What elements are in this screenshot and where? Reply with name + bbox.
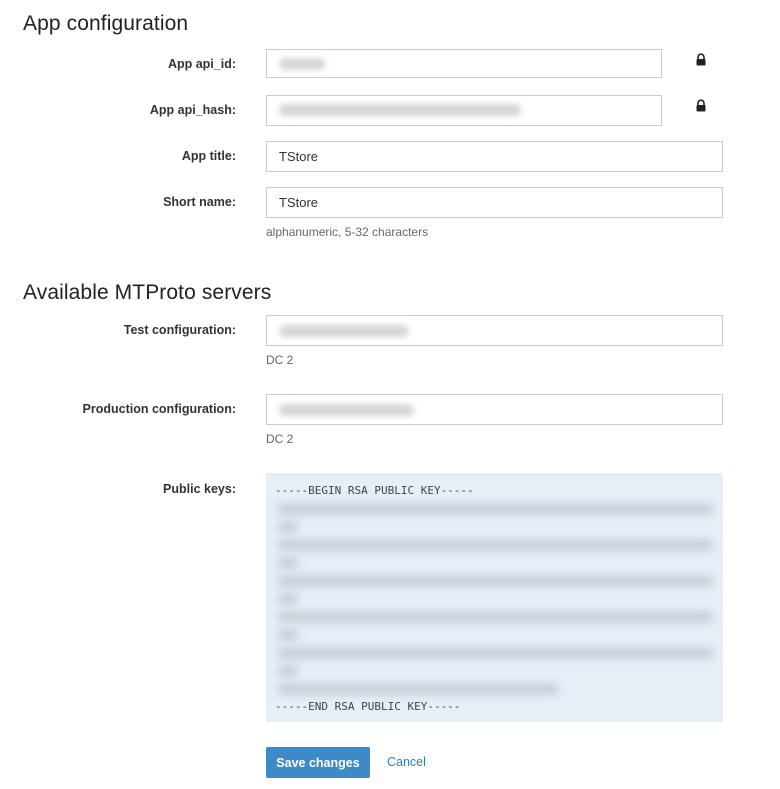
rsa-end-marker: -----END RSA PUBLIC KEY-----	[275, 700, 461, 713]
test-configuration-redacted	[279, 325, 409, 337]
section-title-mtproto-servers: Available MTProto servers	[23, 281, 272, 304]
short-name-label: Short name:	[163, 195, 236, 209]
api-hash-redacted	[279, 104, 521, 116]
test-configuration-label: Test configuration:	[123, 323, 236, 337]
app-title-label: App title:	[181, 149, 236, 163]
test-configuration-field[interactable]	[266, 315, 723, 346]
api-hash-label: App api_hash:	[149, 103, 236, 117]
key-line-redacted	[278, 575, 713, 587]
key-line-redacted	[278, 665, 298, 677]
key-line-redacted	[278, 647, 713, 659]
api-id-redacted	[279, 58, 325, 70]
lock-icon	[696, 53, 706, 66]
production-configuration-label: Production configuration:	[82, 402, 236, 416]
key-line-redacted	[278, 521, 298, 533]
api-id-label: App api_id:	[167, 57, 236, 71]
section-title-app-configuration: App configuration	[23, 12, 189, 35]
short-name-hint: alphanumeric, 5-32 characters	[266, 225, 429, 239]
key-line-redacted	[278, 611, 713, 623]
key-line-redacted	[278, 557, 298, 569]
test-dc-label: DC 2	[266, 353, 294, 367]
key-line-redacted	[278, 593, 298, 605]
api-hash-field[interactable]	[266, 95, 662, 126]
production-dc-label: DC 2	[266, 432, 294, 446]
rsa-begin-marker: -----BEGIN RSA PUBLIC KEY-----	[275, 484, 474, 497]
key-line-redacted	[278, 629, 298, 641]
key-line-redacted	[278, 503, 713, 515]
public-keys-label: Public keys:	[163, 482, 236, 496]
public-keys-box[interactable]: -----BEGIN RSA PUBLIC KEY----- -----END …	[266, 473, 723, 722]
production-configuration-redacted	[279, 404, 414, 416]
short-name-input[interactable]: TStore	[266, 187, 723, 218]
api-id-field[interactable]	[266, 49, 662, 78]
production-configuration-field[interactable]	[266, 394, 723, 425]
key-line-redacted	[278, 683, 558, 695]
app-title-input[interactable]: TStore	[266, 141, 723, 172]
cancel-link[interactable]: Cancel	[387, 755, 426, 769]
save-changes-button[interactable]: Save changes	[266, 747, 370, 778]
key-line-redacted	[278, 539, 713, 551]
lock-icon	[696, 99, 706, 112]
